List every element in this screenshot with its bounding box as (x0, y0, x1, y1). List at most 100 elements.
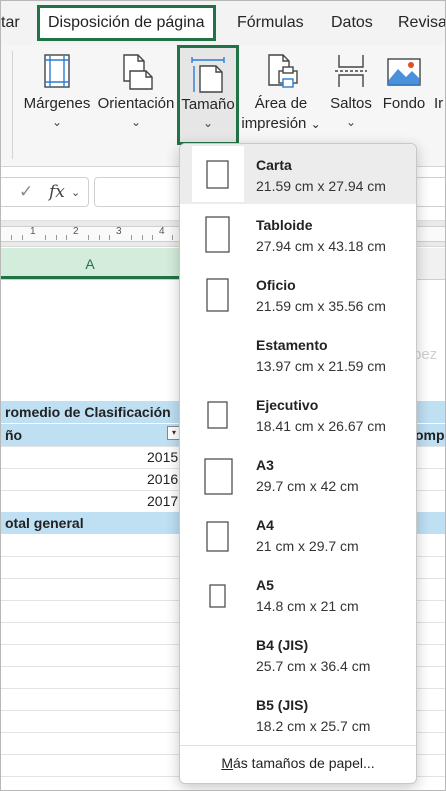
tab-insertar[interactable]: tar (1, 5, 20, 41)
ruler-tick (66, 235, 67, 240)
paper-option-name: Carta (256, 157, 292, 173)
tab-formulas[interactable]: Fórmulas (237, 5, 304, 41)
grand-total-label[interactable]: otal general (5, 515, 84, 531)
ruler-tick (11, 235, 12, 240)
paper-option-name: A5 (256, 577, 274, 593)
paper-option-b4-jis[interactable]: B4 (JIS) 25.7 cm x 36.4 cm (180, 624, 416, 684)
row-label-header[interactable]: ño (5, 427, 22, 443)
ruler-number: 1 (30, 226, 36, 237)
saltos-button[interactable]: Saltos ⌄ (325, 45, 377, 141)
orientacion-label: Orientación (97, 95, 175, 112)
paper-option-name: B4 (JIS) (256, 637, 309, 653)
app-window: tar Disposición de página Fórmulas Datos… (0, 0, 446, 791)
year-cell[interactable]: 2015 (147, 449, 178, 465)
margins-icon (44, 54, 70, 88)
year-cell[interactable]: 2016 (147, 471, 178, 487)
paper-option-dims: 14.8 cm x 21 cm (256, 598, 359, 614)
imprimir-titulos-label: Ir (434, 95, 444, 112)
paper-size-menu: Carta 21.59 cm x 27.94 cm Tabloide 27.94… (179, 143, 417, 784)
ruler-number: 4 (159, 226, 165, 237)
paper-option-dims: 29.7 cm x 42 cm (256, 478, 359, 494)
tab-datos[interactable]: Datos (331, 5, 373, 41)
paper-option-dims: 18.2 cm x 25.7 cm (256, 718, 371, 734)
page-icon (192, 206, 244, 262)
background-image-icon (387, 58, 421, 86)
paper-option-oficio[interactable]: Oficio 21.59 cm x 35.56 cm (180, 264, 416, 324)
ribbon-divider (12, 51, 13, 159)
paper-option-a3[interactable]: A3 29.7 cm x 42 cm (180, 444, 416, 504)
paper-option-name: A4 (256, 517, 274, 533)
paper-option-name: Ejecutivo (256, 397, 319, 413)
page-icon (192, 146, 244, 202)
tamano-label: Tamaño (181, 96, 235, 113)
more-paper-sizes-link[interactable]: Más tamaños de papel... (180, 755, 416, 771)
paper-option-dims: 13.97 cm x 21.59 cm (256, 358, 386, 374)
ruler-tick (152, 235, 153, 240)
paper-option-b5-jis[interactable]: B5 (JIS) 18.2 cm x 25.7 cm (180, 684, 416, 744)
checkmark-icon[interactable]: ✓ (19, 182, 33, 202)
paper-size-icon (191, 57, 225, 93)
page-icon (192, 566, 244, 622)
page-icon (192, 506, 244, 562)
paper-option-dims: 21 cm x 29.7 cm (256, 538, 359, 554)
paper-option-dims: 25.7 cm x 36.4 cm (256, 658, 371, 674)
paper-option-a5[interactable]: A5 14.8 cm x 21 cm (180, 564, 416, 624)
paper-option-dims: 18.41 cm x 26.67 cm (256, 418, 386, 434)
column-header-a[interactable]: A (1, 248, 179, 279)
more-paper-sizes-label: ás tamaños de papel... (233, 755, 375, 771)
paper-option-name: B5 (JIS) (256, 697, 309, 713)
paper-option-ejecutivo[interactable]: Ejecutivo 18.41 cm x 26.67 cm (180, 384, 416, 444)
ruler-tick (172, 235, 173, 240)
ruler-tick (99, 235, 100, 240)
ruler-tick (131, 235, 132, 240)
margenes-button[interactable]: Márgenes ⌄ (21, 45, 93, 141)
pivot-right-fragment: omp (415, 427, 445, 443)
chevron-down-icon: ⌄ (310, 117, 321, 131)
ruler-tick (142, 235, 143, 240)
print-area-icon (268, 54, 298, 88)
ruler-tick (88, 235, 89, 240)
paper-option-a4[interactable]: A4 21 cm x 29.7 cm (180, 504, 416, 564)
ruler-number: 2 (73, 226, 79, 237)
paper-option-name: Estamento (256, 337, 328, 353)
chevron-down-icon: ⌄ (345, 115, 357, 129)
fondo-label: Fondo (382, 95, 426, 112)
chevron-down-icon[interactable]: ⌄ (71, 186, 80, 199)
paper-option-dims: 21.59 cm x 35.56 cm (256, 298, 386, 314)
paper-option-tabloide[interactable]: Tabloide 27.94 cm x 43.18 cm (180, 204, 416, 264)
chevron-down-icon: ⌄ (51, 115, 63, 129)
page-icon (192, 686, 244, 742)
pivot-value-header[interactable]: romedio de Clasificación (5, 404, 171, 420)
margenes-label: Márgenes (23, 95, 91, 112)
ruler-tick (45, 235, 46, 240)
orientation-icon (123, 54, 153, 90)
mnemonic-letter: M (221, 755, 233, 771)
saltos-label: Saltos (330, 95, 372, 112)
area-label-line2: impresión ⌄ (241, 115, 321, 132)
area-label-line1: Área de (254, 95, 308, 112)
formula-controls: ✓ fx ⌄ (1, 177, 89, 207)
menu-divider (180, 745, 416, 746)
insert-function-icon[interactable]: fx (49, 182, 65, 202)
paper-option-name: A3 (256, 457, 274, 473)
page-icon (192, 266, 244, 322)
paper-option-estamento[interactable]: Estamento 13.97 cm x 21.59 cm (180, 324, 416, 384)
paper-option-name: Oficio (256, 277, 296, 293)
tamano-button[interactable]: Tamaño ⌄ (177, 45, 239, 145)
paper-option-dims: 21.59 cm x 27.94 cm (256, 178, 386, 194)
paper-option-name: Tabloide (256, 217, 313, 233)
tab-revisar[interactable]: Revisa (398, 5, 445, 41)
ruler-tick (109, 235, 110, 240)
ruler-number: 3 (116, 226, 122, 237)
paper-option-carta[interactable]: Carta 21.59 cm x 27.94 cm (180, 144, 416, 204)
page-icon (192, 446, 244, 502)
fondo-button[interactable]: Fondo (379, 45, 429, 141)
imprimir-titulos-button[interactable]: Ir (431, 45, 445, 141)
year-cell[interactable]: 2017 (147, 493, 178, 509)
area-de-impresion-button[interactable]: Área de impresión ⌄ (241, 45, 321, 141)
ribbon-tab-bar: tar Disposición de página Fórmulas Datos… (1, 1, 445, 45)
breaks-icon (335, 55, 367, 87)
tab-disposicion-de-pagina[interactable]: Disposición de página (37, 5, 216, 41)
ruler-tick (56, 235, 57, 240)
orientacion-button[interactable]: Orientación ⌄ (97, 45, 175, 141)
